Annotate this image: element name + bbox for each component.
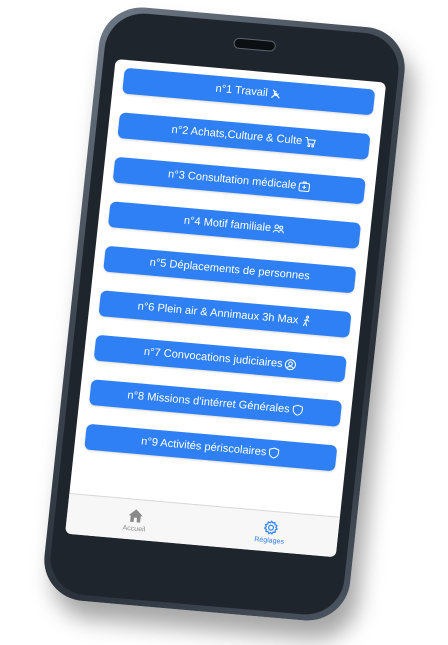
speaker-grille xyxy=(232,37,276,52)
judge-icon xyxy=(284,358,297,371)
motif-button-6[interactable]: n°6 Plein air & Annimaux 3h Max xyxy=(98,290,352,338)
motif-button-2[interactable]: n°2 Achats,Culture & Culte xyxy=(117,112,371,160)
shield-icon xyxy=(291,404,304,417)
motif-button-list: n°1 Travail n°2 Achats,Culture & Culte n… xyxy=(82,67,376,490)
walking-person-icon xyxy=(300,315,313,328)
tab-home[interactable]: Accueil xyxy=(65,494,204,545)
motif-button-3[interactable]: n°3 Consultation médicale xyxy=(112,156,366,205)
motif-button-label: n°7 Convocations judiciaires xyxy=(143,345,284,370)
tab-settings[interactable]: Réglages xyxy=(200,506,339,557)
app-screen: n°1 Travail n°2 Achats,Culture & Culte n… xyxy=(65,58,387,558)
motif-button-9[interactable]: n°9 Activités périscolaires xyxy=(84,423,338,472)
motif-button-label: n°8 Missions d'intérret Générales xyxy=(126,389,291,416)
bottom-tab-bar: Accueil Réglages xyxy=(65,493,340,558)
stage: n°1 Travail n°2 Achats,Culture & Culte n… xyxy=(0,0,448,645)
shield-icon xyxy=(268,447,281,460)
medical-bag-icon xyxy=(298,180,311,193)
motif-button-label: n°3 Consultation médicale xyxy=(167,168,297,192)
motif-button-4[interactable]: n°4 Motif familiale xyxy=(107,201,362,249)
motif-button-label: n°4 Motif familiale xyxy=(183,214,272,235)
motif-button-label: n°9 Activités périscolaires xyxy=(140,435,267,459)
motif-button-8[interactable]: n°8 Missions d'intérret Générales xyxy=(88,379,343,427)
cart-icon xyxy=(304,135,317,148)
tools-icon xyxy=(269,87,282,100)
motif-button-7[interactable]: n°7 Convocations judiciaires xyxy=(93,334,347,383)
gear-icon xyxy=(263,519,278,535)
motif-button-1[interactable]: n°1 Travail xyxy=(122,67,376,116)
home-icon xyxy=(128,508,143,523)
motif-button-label: n°6 Plein air & Annimaux 3h Max xyxy=(137,300,299,327)
phone-frame: n°1 Travail n°2 Achats,Culture & Culte n… xyxy=(40,3,409,625)
motif-button-5[interactable]: n°5 Déplacements de personnes xyxy=(103,245,357,294)
motif-button-label: n°2 Achats,Culture & Culte xyxy=(170,123,303,148)
family-icon xyxy=(272,223,285,236)
tab-home-label: Accueil xyxy=(122,524,146,534)
motif-button-label: n°1 Travail xyxy=(214,82,269,100)
motif-button-label: n°5 Déplacements de personnes xyxy=(149,256,311,283)
tab-settings-label: Réglages xyxy=(253,535,285,546)
